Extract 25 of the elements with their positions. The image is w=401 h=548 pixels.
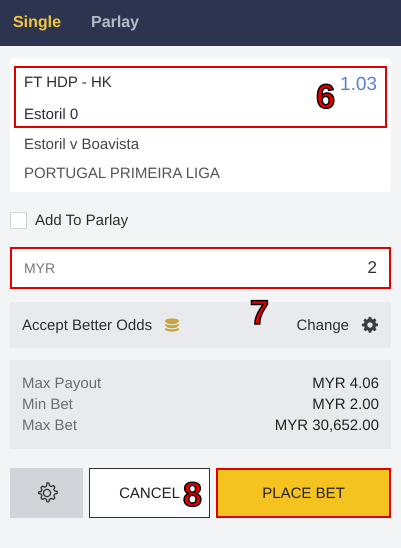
callout-number: 6 — [316, 80, 335, 114]
checkbox[interactable] — [10, 212, 27, 229]
tab[interactable]: Single — [13, 14, 62, 32]
settings-button[interactable] — [10, 468, 83, 518]
limit-value: MYR 2.00 — [311, 395, 379, 415]
callout-number: 7 — [250, 296, 269, 330]
limit-label: Min Bet — [22, 395, 74, 415]
stake-field[interactable]: MYR 2 — [10, 247, 391, 289]
coins-icon — [164, 318, 180, 332]
match-name: Estoril v Boavista — [24, 136, 140, 153]
pick-label: Estoril 0 — [24, 106, 80, 123]
market-label: FT HDP - HK — [24, 74, 113, 93]
limit-label: Max Bet — [22, 416, 78, 436]
callout-number: 8 — [183, 478, 202, 512]
settings-icon[interactable] — [361, 316, 379, 334]
limit-value: MYR 4.06 — [311, 374, 379, 394]
limit-value: MYR 30,652.00 — [274, 416, 379, 436]
change-link[interactable]: Change — [296, 316, 349, 334]
limit-label: Max Payout — [22, 374, 102, 394]
accept-odds-label: Accept Better Odds — [22, 316, 152, 334]
checkbox-label: Add To Parlay — [35, 212, 128, 229]
league-name: PORTUGAL PRIMEIRA LIGA — [24, 165, 220, 182]
tab[interactable]: Parlay — [91, 14, 140, 32]
odds-value: 1.03 — [340, 74, 377, 96]
place-bet-button[interactable]: PLACE BET — [216, 468, 391, 518]
